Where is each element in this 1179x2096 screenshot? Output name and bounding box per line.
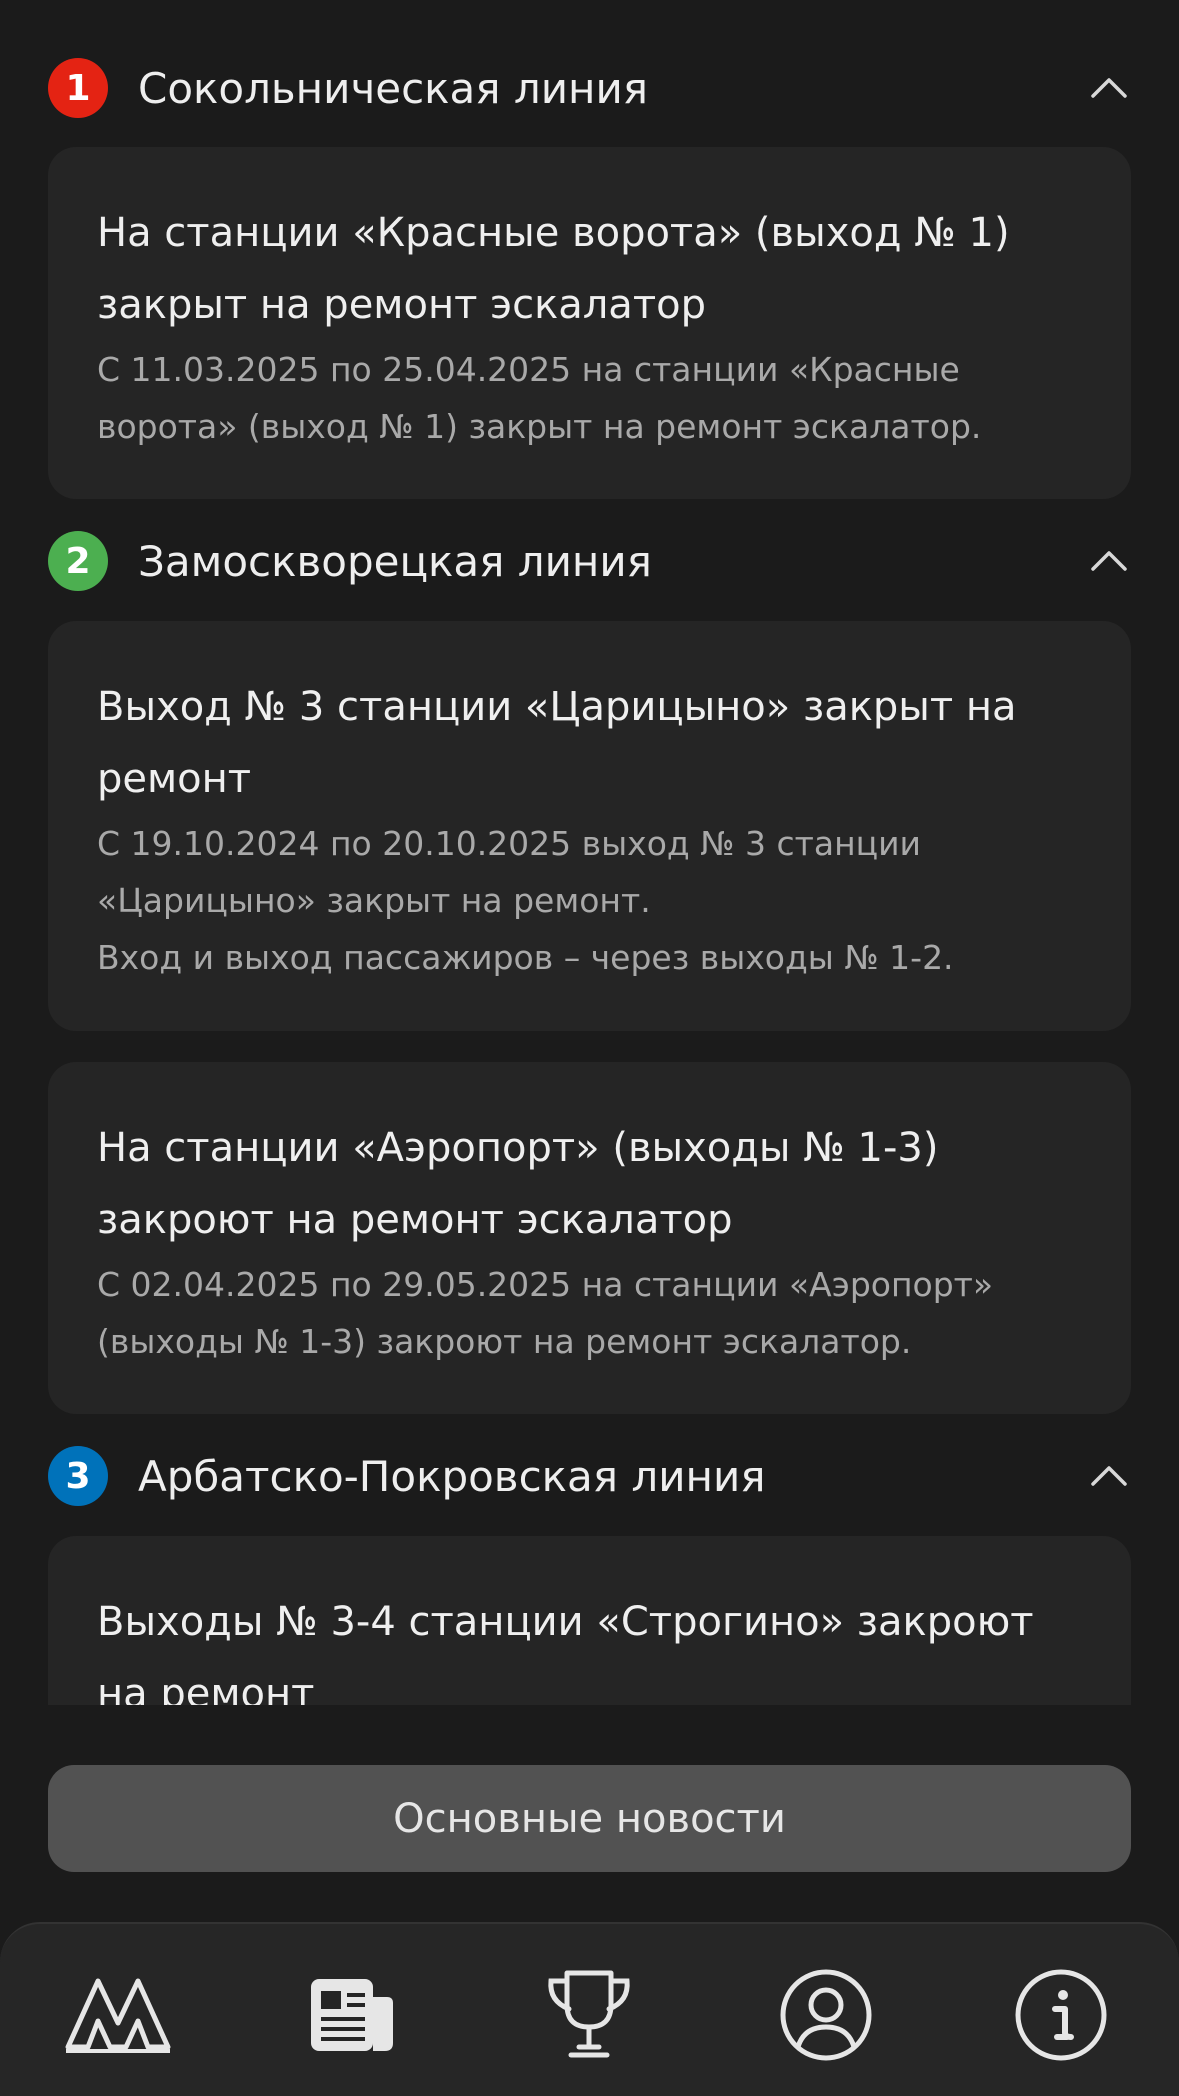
line-header-sokolnicheskaya[interactable]: 1 Сокольническая линия [48,56,1131,120]
tab-news[interactable] [297,1960,407,2070]
tab-achievements[interactable] [534,1960,644,2070]
notice-text: С 11.03.2025 по 25.04.2025 на станции «К… [97,350,982,446]
trophy-icon [548,1970,630,2058]
chevron-up-icon[interactable] [1087,66,1131,110]
tab-info[interactable] [1006,1960,1116,2070]
news-icon [311,1979,393,2051]
line-header-zamoskvoretskaya[interactable]: 2 Замоскворецкая линия [48,529,1131,593]
chevron-up-icon[interactable] [1087,1454,1131,1498]
tab-metro[interactable] [63,1960,173,2070]
notice-card[interactable]: Выходы № 3-4 станции «Строгино» закроют … [48,1536,1131,1705]
main-news-button[interactable]: Основные новости [48,1765,1131,1872]
notice-card[interactable]: На станции «Аэропорт» (выходы № 1-3) зак… [48,1062,1131,1414]
notice-card[interactable]: Выход № 3 станции «Царицыно» закрыт на р… [48,621,1131,1031]
line-1-badge-icon: 1 [48,58,108,118]
notice-title: На станции «Красные ворота» (выход № 1) … [97,210,1010,328]
metro-logo-icon [65,1978,171,2053]
info-icon [1015,1969,1107,2061]
line-name: Сокольническая линия [138,64,649,113]
notice-text: С 19.10.2024 по 20.10.2025 выход № 3 ста… [97,824,954,977]
line-3-badge-icon: 3 [48,1446,108,1506]
line-name: Замоскворецкая линия [138,537,652,586]
notice-title: Выходы № 3-4 станции «Строгино» закроют … [97,1599,1034,1705]
notice-title: Выход № 3 станции «Царицыно» закрыт на р… [97,684,1017,802]
line-2-badge-icon: 2 [48,531,108,591]
notice-text: С 02.04.2025 по 29.05.2025 на станции «А… [97,1265,994,1361]
line-name: Арбатско-Покровская линия [138,1452,766,1501]
notice-title: На станции «Аэропорт» (выходы № 1-3) зак… [97,1125,939,1243]
bottom-tab-bar [0,1922,1179,2096]
chevron-up-icon[interactable] [1087,539,1131,583]
tab-profile[interactable] [771,1960,881,2070]
profile-icon [780,1969,872,2061]
line-header-arbatsko-pokrovskaya[interactable]: 3 Арбатско-Покровская линия [48,1444,1131,1508]
notices-list[interactable]: 1 Сокольническая линия На станции «Красн… [0,0,1179,1705]
notice-card[interactable]: На станции «Красные ворота» (выход № 1) … [48,147,1131,499]
